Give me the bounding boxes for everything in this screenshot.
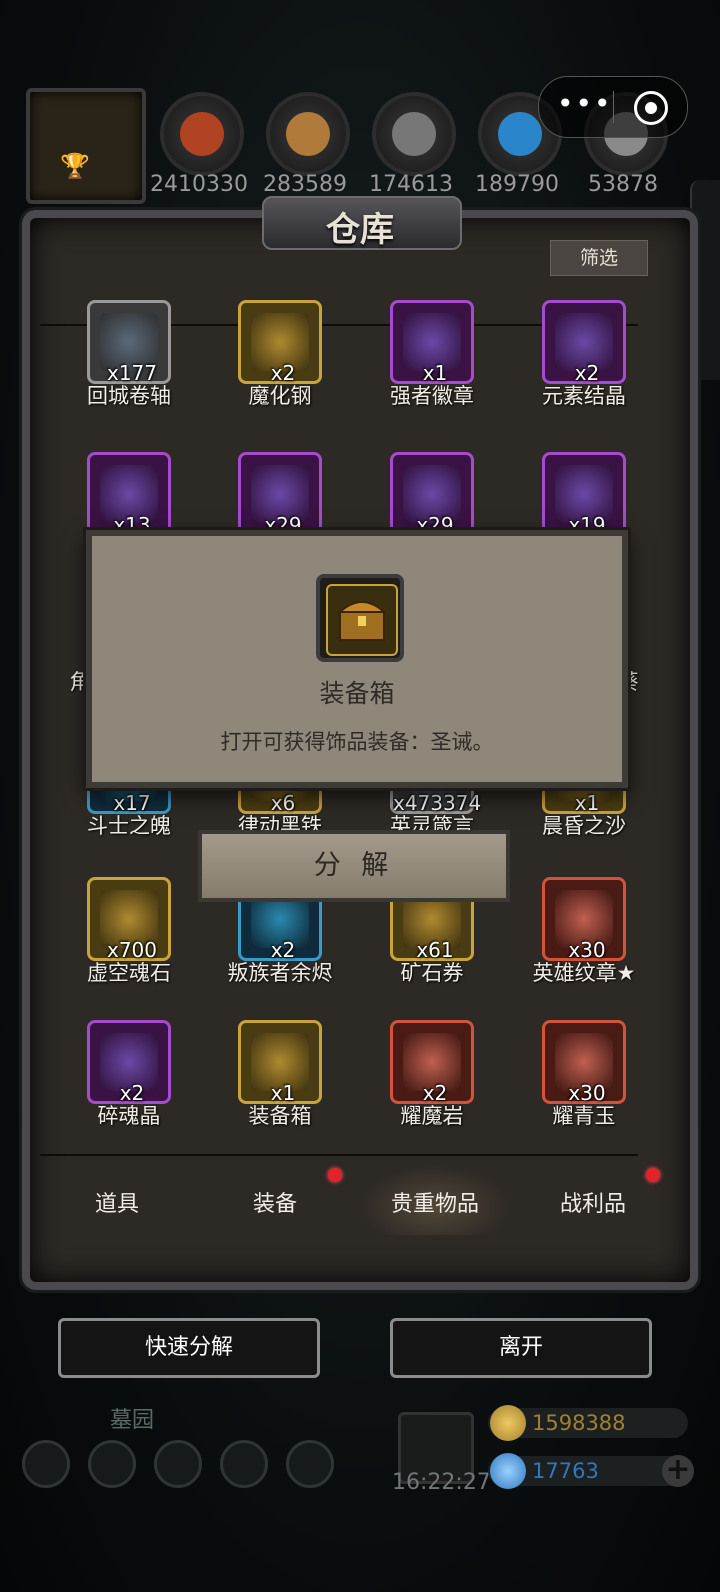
item-name: 叛族者余烬 — [227, 961, 333, 985]
item-name: 晨昏之沙 — [542, 814, 626, 838]
item-name: 强者徽章 — [390, 384, 474, 408]
item-name: 矿石券 — [400, 961, 464, 985]
decompose-button[interactable]: 分 解 — [198, 830, 510, 902]
item-slot[interactable]: x30 — [542, 1020, 626, 1105]
popup-item-frame — [316, 574, 404, 662]
item-slot[interactable]: x177 — [87, 300, 171, 385]
quick-decompose-button[interactable]: 快速分解 — [58, 1318, 320, 1378]
mail-icon[interactable] — [220, 1440, 268, 1488]
loot-badge-dot — [646, 1168, 660, 1182]
gem-amount: 17763 — [532, 1459, 599, 1483]
settings-icon[interactable] — [22, 1440, 70, 1488]
item-slot[interactable]: x29 — [390, 452, 474, 537]
resource-amount: 283589 — [263, 172, 347, 197]
wood-plank-icon — [286, 112, 330, 156]
item-name: 回城卷轴 — [87, 384, 171, 408]
location-label: 墓园 — [110, 1408, 155, 1433]
tab-items[interactable]: 道具 — [42, 1186, 192, 1218]
item-name: 魔化钢 — [248, 384, 312, 408]
item-name: 英雄纹章★ — [532, 961, 636, 985]
item-slot[interactable]: x1 — [390, 300, 474, 385]
capsule-divider — [613, 91, 614, 123]
item-name: 耀魔岩 — [400, 1104, 464, 1128]
item-slot[interactable]: x2 — [238, 300, 322, 385]
resource-amount: 174613 — [369, 172, 453, 197]
item-slot[interactable]: x2 — [542, 300, 626, 385]
resource-amount: 53878 — [588, 172, 658, 197]
tab-loot[interactable]: 战利品 — [518, 1186, 668, 1218]
add-currency-button[interactable]: + — [662, 1455, 694, 1487]
backpack-icon[interactable] — [286, 1440, 334, 1488]
resource-amount: 189790 — [475, 172, 559, 197]
resource-slot[interactable] — [266, 92, 350, 176]
resource-slot[interactable] — [372, 92, 456, 176]
mini-program-capsule[interactable]: ••• — [538, 76, 688, 138]
gold-amount: 1598388 — [532, 1411, 626, 1435]
item-slot[interactable]: x30 — [542, 877, 626, 962]
item-name: 耀青玉 — [552, 1104, 616, 1128]
equipment-badge-dot — [328, 1168, 342, 1182]
item-slot[interactable]: x19 — [542, 452, 626, 537]
gold-coin-icon — [490, 1405, 526, 1441]
item-slot[interactable]: x2 — [87, 1020, 171, 1105]
item-slot[interactable]: x2 — [390, 1020, 474, 1105]
item-name: 装备箱 — [248, 1104, 312, 1128]
leave-button[interactable]: 离开 — [390, 1318, 652, 1378]
popup-item-name: 装备箱 — [319, 679, 395, 708]
resource-amount: 2410330 — [150, 172, 248, 197]
blood-stone-icon — [180, 112, 224, 156]
anvil-icon[interactable] — [154, 1440, 202, 1488]
clock-time: 16:22:27 — [392, 1470, 491, 1495]
gem-icon — [490, 1453, 526, 1489]
item-name: 虚空魂石 — [87, 961, 171, 985]
player-avatar[interactable]: 🏆 — [26, 88, 146, 204]
tab-valuables[interactable]: 贵重物品 — [360, 1186, 510, 1218]
item-slot[interactable]: x1 — [238, 1020, 322, 1105]
stone-block-icon — [392, 112, 436, 156]
close-target-icon[interactable] — [634, 91, 668, 125]
item-slot[interactable]: x13 — [87, 452, 171, 537]
shield-icon[interactable] — [88, 1440, 136, 1488]
item-slot[interactable]: x700 — [87, 877, 171, 962]
item-name: 斗士之魄 — [87, 814, 171, 838]
grid-bottom-divider — [40, 1154, 638, 1156]
tab-equipment[interactable]: 装备 — [200, 1186, 350, 1218]
filter-button[interactable]: 筛选 — [550, 240, 648, 276]
item-name: 碎魂晶 — [97, 1104, 161, 1128]
more-options-icon[interactable]: ••• — [557, 87, 613, 120]
popup-item-description: 打开可获得饰品装备：圣诫。 — [220, 730, 494, 754]
item-slot[interactable]: x29 — [238, 452, 322, 537]
crystal-icon — [498, 112, 542, 156]
trophy-icon: 🏆 — [60, 152, 90, 180]
item-name: 元素结晶 — [542, 384, 626, 408]
item-tooltip-popup: 装备箱 打开可获得饰品装备：圣诫。 — [86, 530, 628, 788]
treasure-chest-icon — [326, 584, 398, 656]
resource-slot[interactable] — [160, 92, 244, 176]
